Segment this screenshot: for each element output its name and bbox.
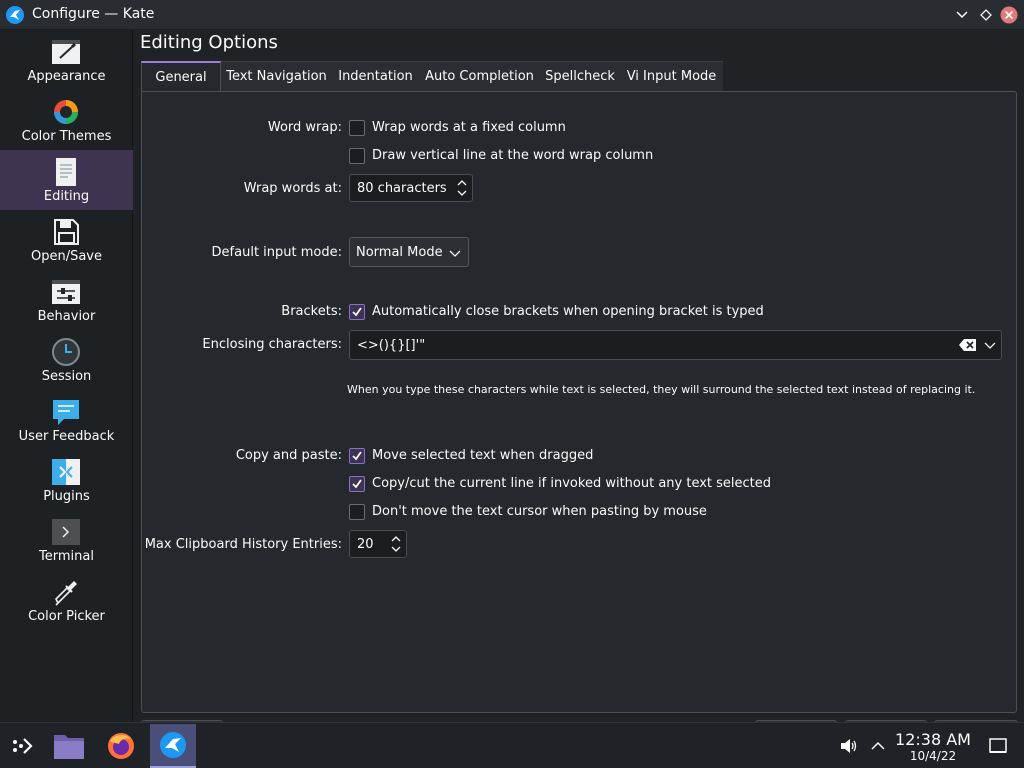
sidebar-item-appearance[interactable]: Appearance xyxy=(0,30,133,90)
sidebar-item-terminal[interactable]: Terminal xyxy=(0,510,133,570)
copy-cut-line-label: Copy/cut the current line if invoked wit… xyxy=(372,476,772,491)
clock-date: 10/4/22 xyxy=(909,749,957,763)
minimize-button[interactable] xyxy=(952,5,972,25)
auto-close-brackets-label: Automatically close brackets when openin… xyxy=(372,304,764,319)
behavior-icon xyxy=(50,276,82,308)
clipboard-history-value: 20 xyxy=(357,537,374,552)
terminal-icon xyxy=(50,516,82,548)
word-wrap-label: Word wrap: xyxy=(267,120,342,135)
wrap-at-label: Wrap words at: xyxy=(243,181,342,196)
sidebar-item-session[interactable]: Session xyxy=(0,330,133,390)
tab-auto-completion[interactable]: Auto Completion xyxy=(419,61,540,91)
plugins-icon xyxy=(50,456,82,488)
color-themes-icon xyxy=(50,96,82,128)
sidebar-item-label: Terminal xyxy=(39,549,94,564)
wrap-at-spinbox[interactable]: 80 characters xyxy=(349,174,473,202)
input-mode-combobox[interactable]: Normal Mode xyxy=(349,237,469,267)
clock-time: 12:38 AM xyxy=(895,730,971,749)
input-mode-value: Normal Mode xyxy=(356,245,443,260)
wrap-fixed-checkbox[interactable] xyxy=(349,120,365,136)
vertical-line-checkbox[interactable] xyxy=(349,148,365,164)
enclosing-characters-label: Enclosing characters: xyxy=(202,337,342,352)
sidebar-item-open-save[interactable]: Open/Save xyxy=(0,210,133,270)
spin-arrows-icon[interactable] xyxy=(456,177,468,199)
save-icon xyxy=(50,216,82,248)
sidebar-item-label: Plugins xyxy=(43,489,90,504)
page-title: Editing Options xyxy=(140,32,278,53)
sidebar-item-plugins[interactable]: Plugins xyxy=(0,450,133,510)
file-manager-icon[interactable] xyxy=(46,724,92,768)
sidebar-item-color-themes[interactable]: Color Themes xyxy=(0,90,133,150)
copy-cut-line-checkbox[interactable] xyxy=(349,476,365,492)
clipboard-history-spinbox[interactable]: 20 xyxy=(349,530,407,558)
title-bar: Configure — Kate xyxy=(0,0,1024,30)
color-picker-icon xyxy=(50,576,82,608)
sidebar-item-editing[interactable]: Editing xyxy=(0,150,133,210)
enclosing-characters-value: <>(){}[]'" xyxy=(357,338,426,353)
feedback-icon xyxy=(50,396,82,428)
show-desktop-icon[interactable] xyxy=(976,724,1020,768)
tab-bar: General Text Navigation Indentation Auto… xyxy=(141,61,723,92)
tab-vi-input-mode[interactable]: Vi Input Mode xyxy=(620,61,723,91)
kate-icon[interactable] xyxy=(150,724,196,768)
tab-general[interactable]: General xyxy=(141,61,221,92)
tab-text-navigation[interactable]: Text Navigation xyxy=(221,61,332,91)
sidebar-item-behavior[interactable]: Behavior xyxy=(0,270,133,330)
sidebar-item-label: Color Picker xyxy=(28,609,105,624)
vertical-line-label: Draw vertical line at the word wrap colu… xyxy=(372,148,654,163)
maximize-button[interactable] xyxy=(976,5,996,25)
kate-app-icon xyxy=(5,5,25,25)
sidebar-item-label: User Feedback xyxy=(18,429,115,444)
sidebar-item-label: Appearance xyxy=(27,69,106,84)
general-tab-panel: Word wrap: Wrap words at: Default input … xyxy=(141,91,1017,713)
copy-paste-label: Copy and paste: xyxy=(235,448,342,463)
sidebar-item-label: Session xyxy=(41,369,92,384)
dont-move-cursor-label: Don't move the text cursor when pasting … xyxy=(372,504,707,519)
wrap-fixed-label: Wrap words at a fixed column xyxy=(372,120,566,135)
enclosing-characters-input[interactable]: <>(){}[]'" xyxy=(349,330,1002,360)
chevron-down-icon[interactable] xyxy=(984,339,996,351)
wrap-at-value: 80 characters xyxy=(357,181,447,196)
clipboard-history-label: Max Clipboard History Entries: xyxy=(144,537,342,552)
tab-spellcheck[interactable]: Spellcheck xyxy=(540,61,620,91)
sidebar-item-color-picker[interactable]: Color Picker xyxy=(0,570,133,630)
settings-sidebar: Appearance Color Themes Editing Open/Sav… xyxy=(0,30,133,722)
move-selected-text-label: Move selected text when dragged xyxy=(372,448,594,463)
chevron-down-icon xyxy=(449,247,461,259)
move-selected-text-checkbox[interactable] xyxy=(349,448,365,464)
close-button[interactable] xyxy=(999,5,1019,25)
firefox-icon[interactable] xyxy=(98,724,144,768)
taskbar: 12:38 AM 10/4/22 xyxy=(0,722,1024,768)
sidebar-item-label: Open/Save xyxy=(30,249,102,264)
input-mode-label: Default input mode: xyxy=(211,245,342,260)
auto-close-brackets-checkbox[interactable] xyxy=(349,304,365,320)
spin-arrows-icon[interactable] xyxy=(390,533,402,555)
appearance-icon xyxy=(50,36,82,68)
application-launcher-icon[interactable] xyxy=(0,724,46,768)
sidebar-item-user-feedback[interactable]: User Feedback xyxy=(0,390,133,450)
sidebar-item-label: Editing xyxy=(43,189,90,204)
tab-indentation[interactable]: Indentation xyxy=(332,61,419,91)
dont-move-cursor-checkbox[interactable] xyxy=(349,504,365,520)
brackets-label: Brackets: xyxy=(281,304,342,319)
sidebar-item-label: Behavior xyxy=(37,309,96,324)
clear-text-icon[interactable] xyxy=(959,338,977,352)
session-clock-icon xyxy=(50,336,82,368)
editing-icon xyxy=(50,156,82,188)
sidebar-item-label: Color Themes xyxy=(21,129,112,144)
window-title: Configure — Kate xyxy=(32,6,155,22)
clock[interactable]: 12:38 AM 10/4/22 xyxy=(890,730,976,764)
enclosing-characters-hint: When you type these characters while tex… xyxy=(347,383,976,396)
